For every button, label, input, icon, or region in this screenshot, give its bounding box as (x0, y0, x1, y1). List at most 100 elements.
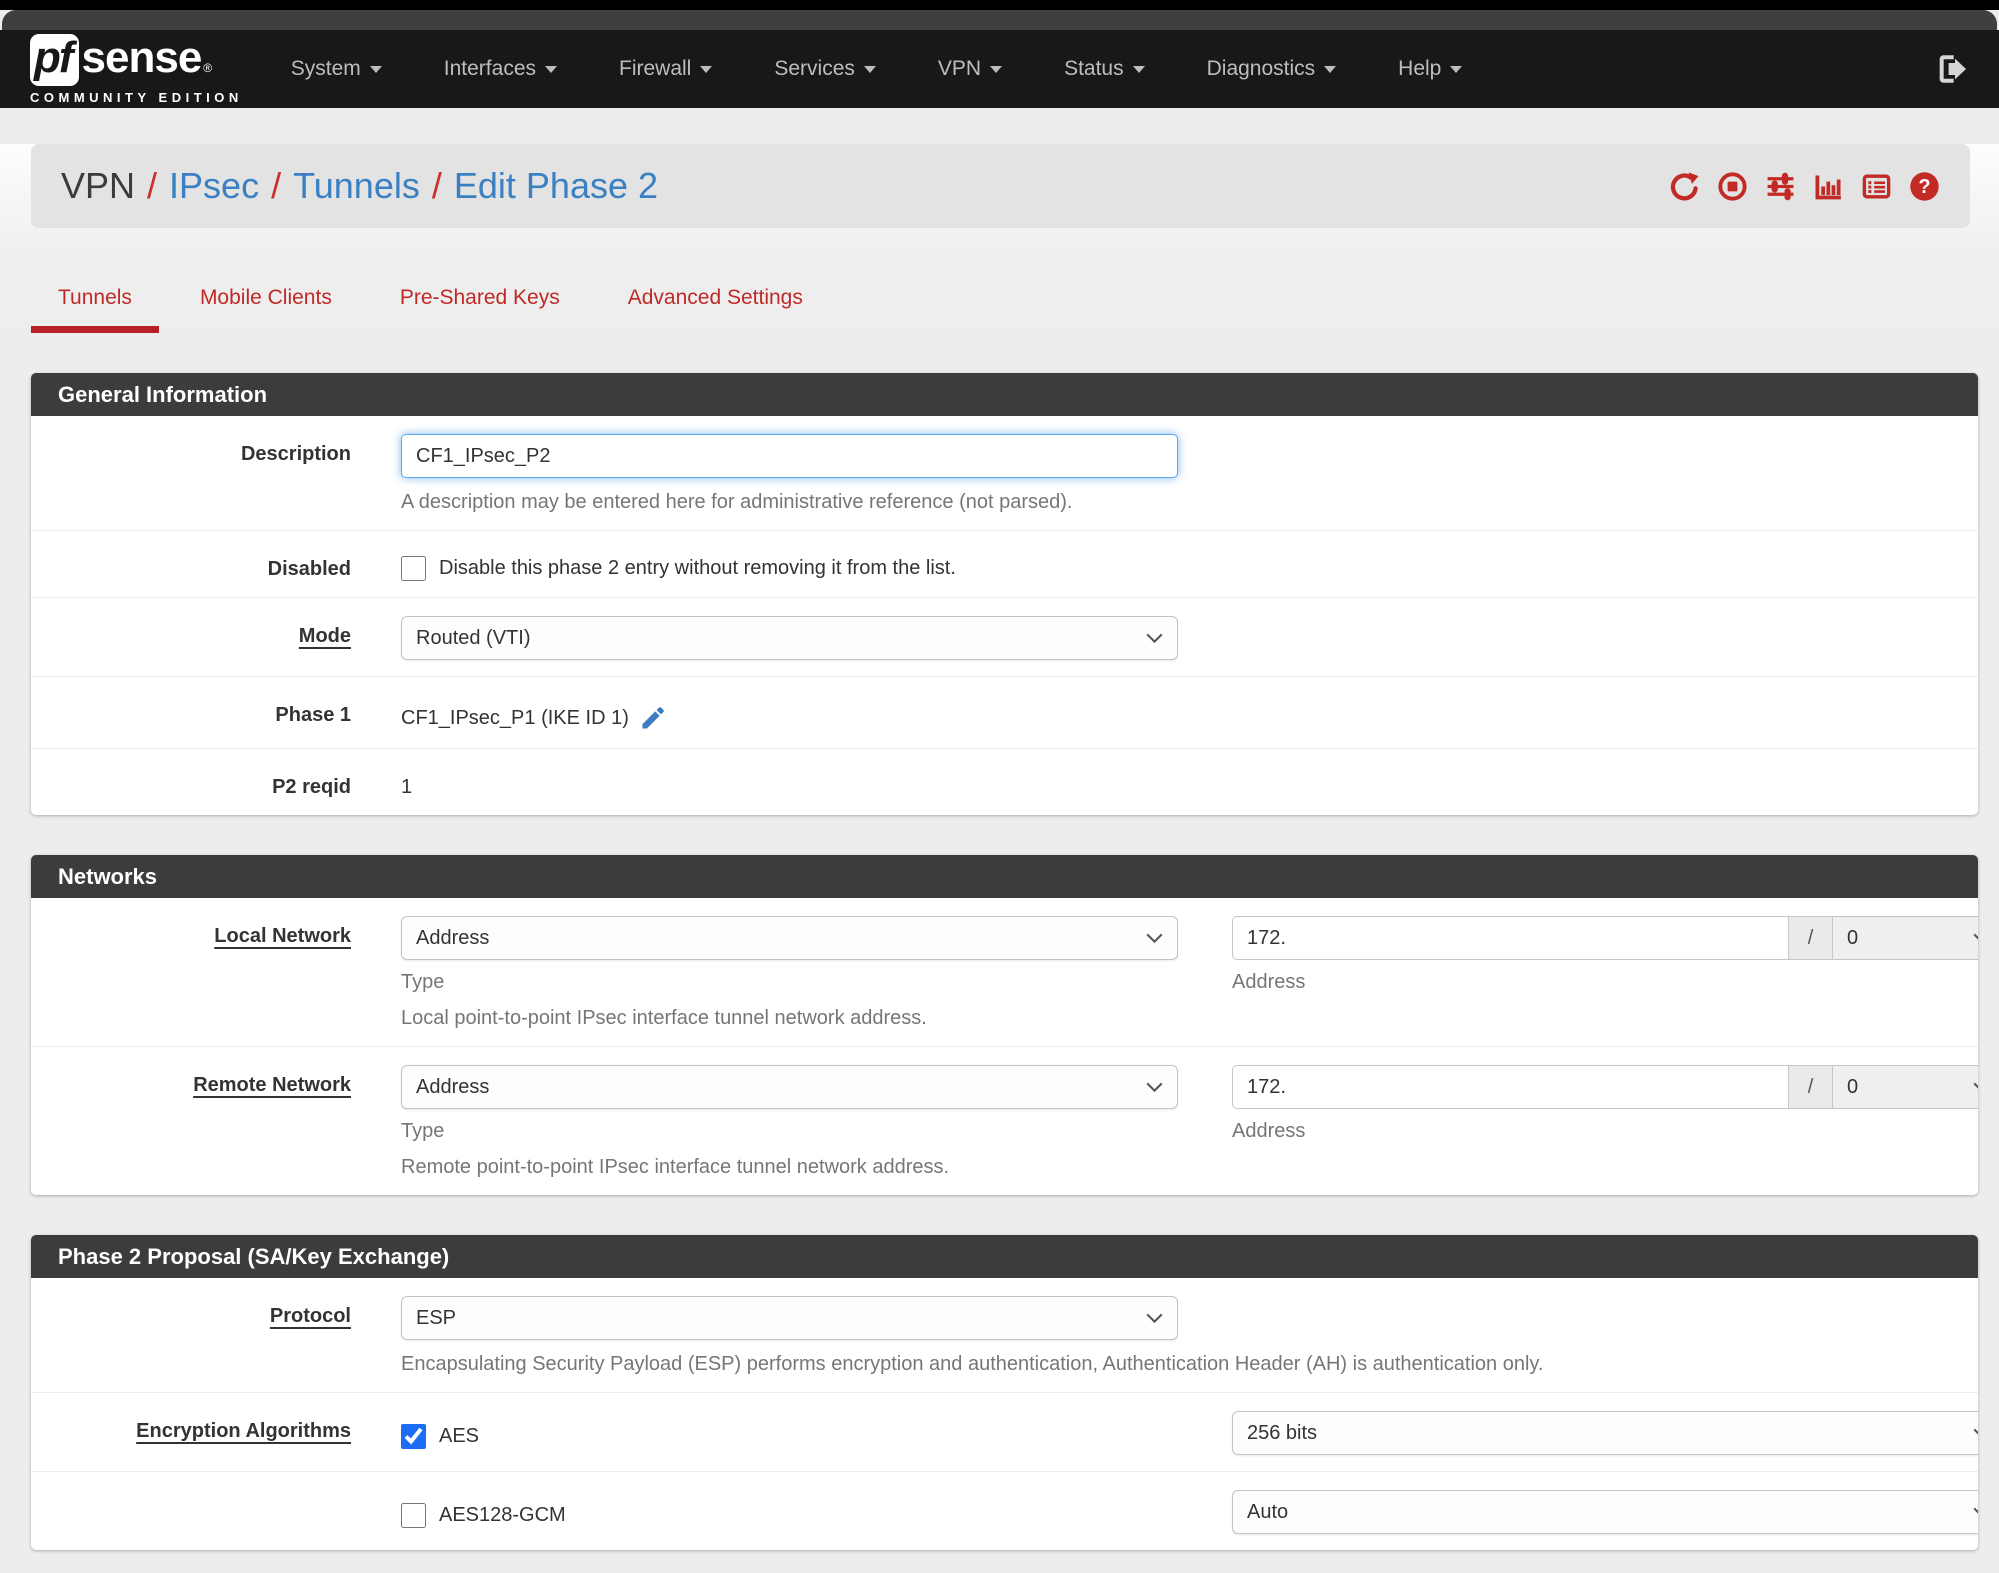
disabled-row: Disabled Disable this phase 2 entry with… (31, 531, 1978, 598)
general-information-panel: General Information Description A descri… (31, 373, 1978, 815)
pencil-icon[interactable] (639, 704, 667, 732)
pfsense-logo[interactable]: pf sense ® COMMUNITY EDITION (30, 33, 243, 105)
caret-down-icon (990, 65, 1003, 73)
pfsense-edition-label: COMMUNITY EDITION (30, 89, 243, 105)
mode-row: Mode Routed (VTI) (31, 598, 1978, 677)
mode-select-wrap: Routed (VTI) (401, 616, 1178, 660)
nav-item-label: Diagnostics (1206, 57, 1316, 80)
tab-advanced-settings[interactable]: Advanced Settings (601, 286, 830, 333)
nav-item-vpn[interactable]: VPN (937, 57, 1003, 81)
breadcrumb-separator: / (431, 165, 442, 206)
page-body: VPN / IPsec / Tunnels / Edit Phase 2 ? T… (0, 144, 1999, 1573)
aes128gcm-keylen-select-wrap: Auto (1232, 1490, 1978, 1534)
p2reqid-row: P2 reqid 1 (31, 749, 1978, 815)
sliders-icon[interactable] (1765, 171, 1796, 202)
nav-item-diagnostics[interactable]: Diagnostics (1207, 57, 1337, 81)
local-type-select[interactable]: Address (401, 916, 1178, 960)
remote-network-label: Remote Network (193, 1074, 351, 1096)
remote-address-group: / 0 (1232, 1065, 1978, 1109)
p2reqid-value: 1 (401, 776, 413, 798)
aes-checkbox[interactable] (401, 1424, 426, 1449)
encryption-aes128gcm-row: AES128-GCM Auto (31, 1472, 1978, 1550)
caret-down-icon (863, 65, 876, 73)
chart-bar-icon[interactable] (1813, 171, 1844, 202)
breadcrumb-current: VPN (61, 165, 136, 206)
list-icon[interactable] (1861, 171, 1892, 202)
remote-network-row: Remote Network Address Type / (31, 1047, 1978, 1195)
slash-addon: / (1789, 916, 1833, 960)
nav-item-help[interactable]: Help (1398, 57, 1463, 81)
nav-item-label: VPN (937, 57, 982, 80)
phase1-row: Phase 1 CF1_IPsec_P1 (IKE ID 1) (31, 677, 1978, 749)
local-address-input[interactable] (1232, 916, 1789, 960)
panel-title: Phase 2 Proposal (SA/Key Exchange) (31, 1235, 1978, 1278)
caret-down-icon (1132, 65, 1145, 73)
p2reqid-label: P2 reqid (272, 776, 351, 798)
protocol-select-wrap: ESP (401, 1296, 1178, 1340)
aes128gcm-label: AES128-GCM (439, 1504, 566, 1526)
main-navbar: pf sense ® COMMUNITY EDITION System Interf… (0, 30, 1999, 108)
disabled-checkbox[interactable] (401, 556, 426, 581)
remote-type-sublabel: Type (401, 1120, 445, 1142)
sign-out-icon[interactable] (1937, 53, 1969, 85)
tab-tunnels[interactable]: Tunnels (31, 286, 159, 333)
panel-title: Networks (31, 855, 1978, 898)
panel-title: General Information (31, 373, 1978, 416)
window-frame-strip (2, 10, 1997, 30)
navbar-menu: System Interfaces Firewall Services VPN … (291, 57, 1463, 81)
tab-bar: Tunnels Mobile Clients Pre-Shared Keys A… (31, 286, 1999, 333)
tab-mobile-clients[interactable]: Mobile Clients (173, 286, 359, 333)
caret-down-icon (369, 65, 382, 73)
mode-select[interactable]: Routed (VTI) (401, 616, 1178, 660)
remote-address-sublabel: Address (1232, 1120, 1306, 1142)
stop-icon[interactable] (1717, 171, 1748, 202)
nav-item-system[interactable]: System (291, 57, 382, 81)
pfsense-logo-wordmark: pf sense ® (30, 33, 243, 86)
caret-down-icon (1450, 65, 1463, 73)
caret-down-icon (545, 65, 557, 73)
aes128gcm-keylen-select[interactable]: Auto (1232, 1490, 1978, 1534)
local-prefix-select-wrap: 0 (1833, 916, 1978, 960)
nav-item-services[interactable]: Services (774, 57, 876, 81)
help-icon[interactable]: ? (1909, 171, 1940, 202)
aes-keylen-select[interactable]: 256 bits (1232, 1411, 1978, 1455)
aes128gcm-checkbox[interactable] (401, 1503, 426, 1528)
breadcrumb-link-ipsec[interactable]: IPsec (169, 165, 259, 207)
nav-item-label: Status (1064, 57, 1124, 80)
phase1-value: CF1_IPsec_P1 (IKE ID 1) (401, 706, 629, 729)
breadcrumb-separator: / (147, 165, 158, 206)
empty-label (61, 1490, 351, 1499)
nav-item-label: Firewall (619, 57, 692, 80)
remote-prefix-select[interactable]: 0 (1833, 1065, 1978, 1109)
breadcrumb-link-edit-phase2[interactable]: Edit Phase 2 (454, 165, 658, 207)
remote-address-input[interactable] (1232, 1065, 1789, 1109)
nav-item-interfaces[interactable]: Interfaces (444, 57, 557, 81)
local-prefix-select[interactable]: 0 (1833, 916, 1978, 960)
breadcrumb-link-tunnels[interactable]: Tunnels (293, 165, 420, 207)
tab-pre-shared-keys[interactable]: Pre-Shared Keys (373, 286, 587, 333)
local-address-sublabel: Address (1232, 971, 1306, 993)
protocol-select[interactable]: ESP (401, 1296, 1178, 1340)
nav-item-label: Interfaces (443, 57, 536, 80)
nav-item-label: Help (1398, 57, 1442, 80)
networks-panel: Networks Local Network Address Type 172.… (31, 855, 1978, 1195)
nav-item-status[interactable]: Status (1064, 57, 1145, 81)
description-help: A description may be entered here for ad… (401, 491, 1073, 513)
remote-type-select-wrap: Address (401, 1065, 1178, 1109)
refresh-icon[interactable] (1669, 171, 1700, 202)
description-input[interactable] (401, 434, 1178, 478)
local-network-row: Local Network Address Type / (31, 898, 1978, 1047)
protocol-row: Protocol ESP Encapsulating Security Payl… (31, 1278, 1978, 1393)
aes-label: AES (439, 1425, 480, 1447)
breadcrumb-panel: VPN / IPsec / Tunnels / Edit Phase 2 ? (31, 144, 1970, 228)
breadcrumb: VPN / IPsec / Tunnels / Edit Phase 2 (61, 165, 658, 207)
description-row: Description A description may be entered… (31, 416, 1978, 531)
protocol-help: Encapsulating Security Payload (ESP) per… (401, 1353, 1544, 1375)
disabled-label: Disabled (267, 558, 351, 580)
remote-network-help: Remote point-to-point IPsec interface tu… (401, 1156, 950, 1178)
remote-prefix-select-wrap: 0 (1833, 1065, 1978, 1109)
nav-item-firewall[interactable]: Firewall (619, 57, 713, 81)
remote-type-select[interactable]: Address (401, 1065, 1178, 1109)
pfsense-logo-pf: pf (30, 33, 79, 86)
phase1-label: Phase 1 (275, 704, 351, 726)
